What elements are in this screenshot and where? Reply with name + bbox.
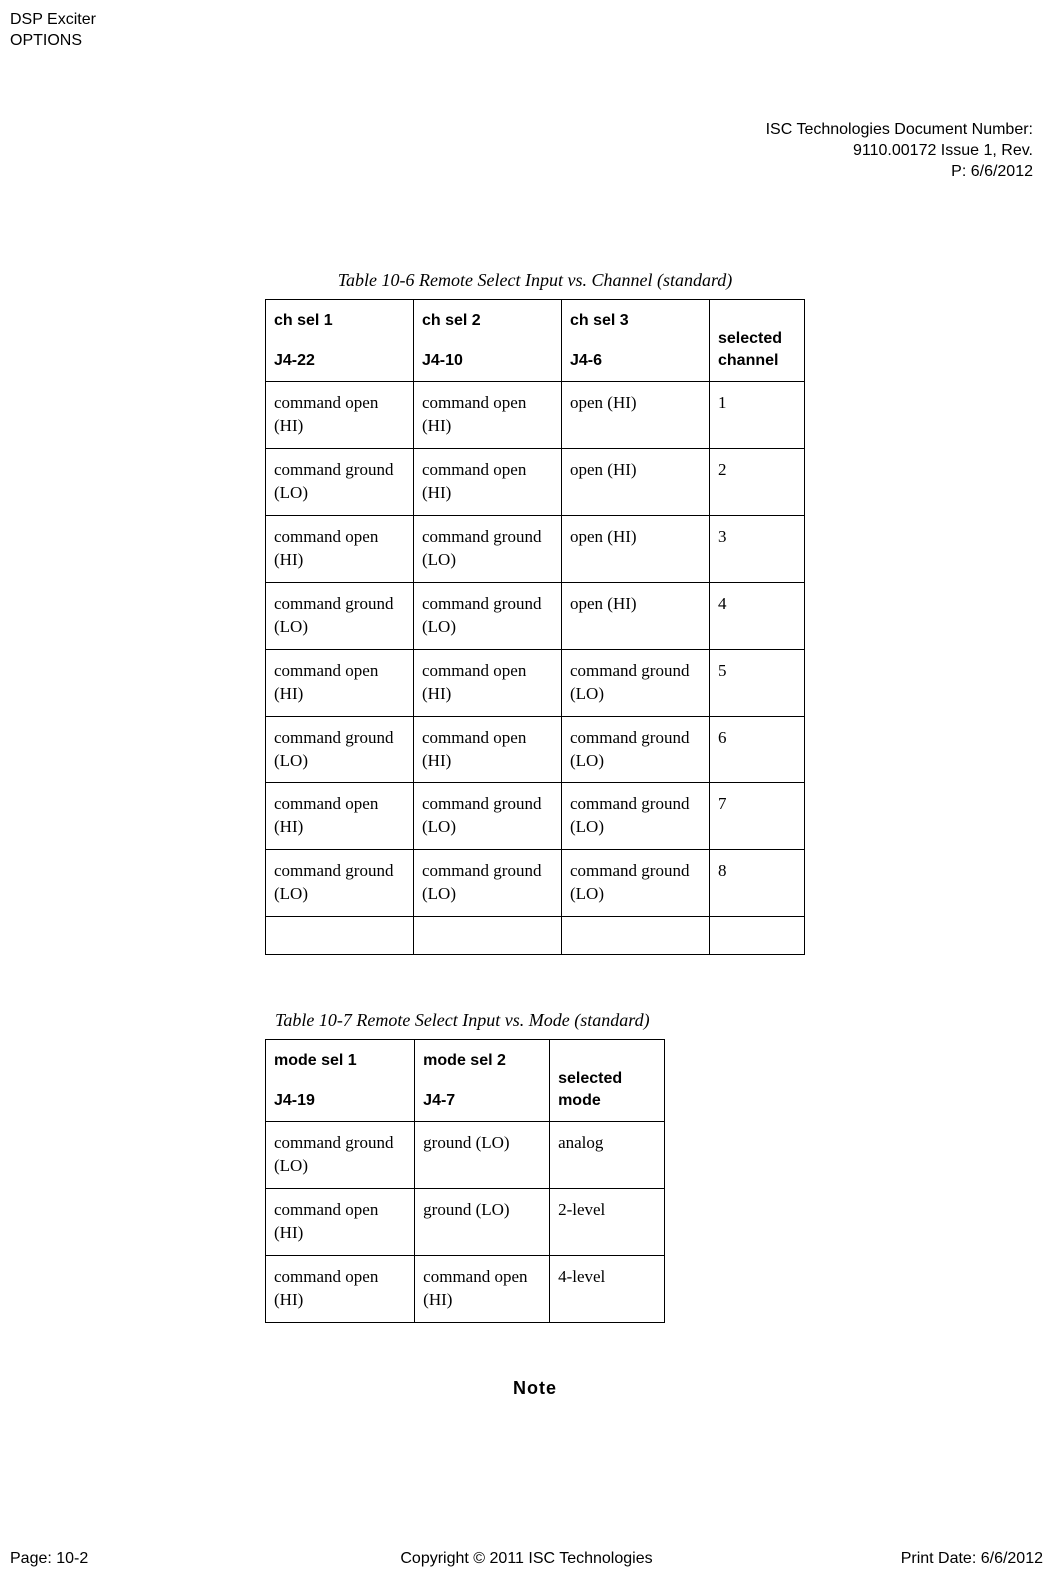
table-cell: command ground (LO) [414,582,562,649]
table-row: command open (HI) command open (HI) comm… [266,649,805,716]
table-cell: command open (HI) [414,716,562,783]
header-top: mode sel 1 [274,1052,357,1069]
table-cell: 4-level [550,1256,665,1323]
table-cell [266,917,414,955]
table-cell: command open (HI) [266,1256,415,1323]
table-row: command ground (LO) command ground (LO) … [266,582,805,649]
table-cell: command ground (LO) [414,783,562,850]
header-bottom: selected channel [718,328,796,371]
table-row: command ground (LO) command open (HI) co… [266,716,805,783]
table-cell: command ground (LO) [414,515,562,582]
table-cell: command ground (LO) [414,850,562,917]
table-cell: 8 [710,850,805,917]
document-info: ISC Technologies Document Number: 9110.0… [766,120,1033,182]
table-cell: command open (HI) [266,1189,415,1256]
table-cell: command ground (LO) [266,582,414,649]
table-cell: command ground (LO) [562,783,710,850]
table-cell: command open (HI) [415,1256,550,1323]
table-cell: command open (HI) [266,783,414,850]
table2-caption: Table 10-7 Remote Select Input vs. Mode … [275,1010,805,1031]
page-footer: Page: 10-2 Copyright © 2011 ISC Technolo… [10,1550,1043,1568]
table-header-cell: ch sel 1 J4-22 [266,300,414,382]
table-cell: command ground (LO) [266,449,414,516]
note-heading: Note [265,1378,805,1399]
table1-caption: Table 10-6 Remote Select Input vs. Chann… [265,270,805,291]
table-empty-row [266,917,805,955]
table-row: command ground (LO) command ground (LO) … [266,850,805,917]
table-row: command ground (LO) ground (LO) analog [266,1122,665,1189]
table-cell: command ground (LO) [562,716,710,783]
table-row: command open (HI) command open (HI) 4-le… [266,1256,665,1323]
table-cell [710,917,805,955]
table-cell: 4 [710,582,805,649]
table-cell: 1 [710,382,805,449]
doc-info-line1: ISC Technologies Document Number: [766,120,1033,141]
table-row: command open (HI) ground (LO) 2-level [266,1189,665,1256]
table-cell: open (HI) [562,449,710,516]
table-cell: command ground (LO) [562,850,710,917]
table-cell: 6 [710,716,805,783]
table-row: command open (HI) command ground (LO) co… [266,783,805,850]
table-header-cell: ch sel 3 J4-6 [562,300,710,382]
main-content: Table 10-6 Remote Select Input vs. Chann… [265,270,805,1399]
table-header-row: ch sel 1 J4-22 ch sel 2 J4-10 ch sel 3 J… [266,300,805,382]
header-top: mode sel 2 [423,1052,506,1069]
table-header-row: mode sel 1 J4-19 mode sel 2 J4-7 selecte… [266,1040,665,1122]
table-cell [562,917,710,955]
table-cell: 5 [710,649,805,716]
table-cell: analog [550,1122,665,1189]
table-header-cell: ch sel 2 J4-10 [414,300,562,382]
table-header-cell: selected mode [550,1040,665,1122]
table-cell: command open (HI) [414,449,562,516]
table-cell: command open (HI) [266,515,414,582]
header-bottom: J4-7 [423,1090,541,1112]
header-top: ch sel 3 [570,312,629,329]
table-header-cell: selected channel [710,300,805,382]
table-cell: command ground (LO) [266,1122,415,1189]
table-cell: open (HI) [562,582,710,649]
table-row: command ground (LO) command open (HI) op… [266,449,805,516]
table-cell: 3 [710,515,805,582]
header-top: ch sel 1 [274,312,333,329]
page-header: DSP Exciter OPTIONS [10,10,96,52]
table-mode-select: mode sel 1 J4-19 mode sel 2 J4-7 selecte… [265,1039,665,1323]
table-cell: open (HI) [562,515,710,582]
header-line1: DSP Exciter [10,10,96,31]
table-cell: command open (HI) [266,649,414,716]
header-line2: OPTIONS [10,31,96,52]
footer-copyright: Copyright © 2011 ISC Technologies [10,1550,1043,1568]
table-cell: command open (HI) [414,649,562,716]
table-cell: command ground (LO) [266,850,414,917]
header-bottom: J4-6 [570,350,701,372]
header-bottom: J4-22 [274,350,405,372]
table-cell: open (HI) [562,382,710,449]
table-cell: command open (HI) [414,382,562,449]
table-cell: ground (LO) [415,1189,550,1256]
doc-info-line3: P: 6/6/2012 [766,162,1033,183]
table-cell: 2 [710,449,805,516]
table-row: command open (HI) command ground (LO) op… [266,515,805,582]
doc-info-line2: 9110.00172 Issue 1, Rev. [766,141,1033,162]
table-cell: 2-level [550,1189,665,1256]
table-cell: ground (LO) [415,1122,550,1189]
header-top: ch sel 2 [422,312,481,329]
table-cell: command open (HI) [266,382,414,449]
table-cell [414,917,562,955]
table-header-cell: mode sel 2 J4-7 [415,1040,550,1122]
table-cell: command ground (LO) [562,649,710,716]
header-bottom: J4-19 [274,1090,406,1112]
table-row: command open (HI) command open (HI) open… [266,382,805,449]
header-bottom: selected mode [558,1068,656,1111]
table-cell: 7 [710,783,805,850]
table-channel-select: ch sel 1 J4-22 ch sel 2 J4-10 ch sel 3 J… [265,299,805,955]
header-bottom: J4-10 [422,350,553,372]
table-header-cell: mode sel 1 J4-19 [266,1040,415,1122]
table-cell: command ground (LO) [266,716,414,783]
